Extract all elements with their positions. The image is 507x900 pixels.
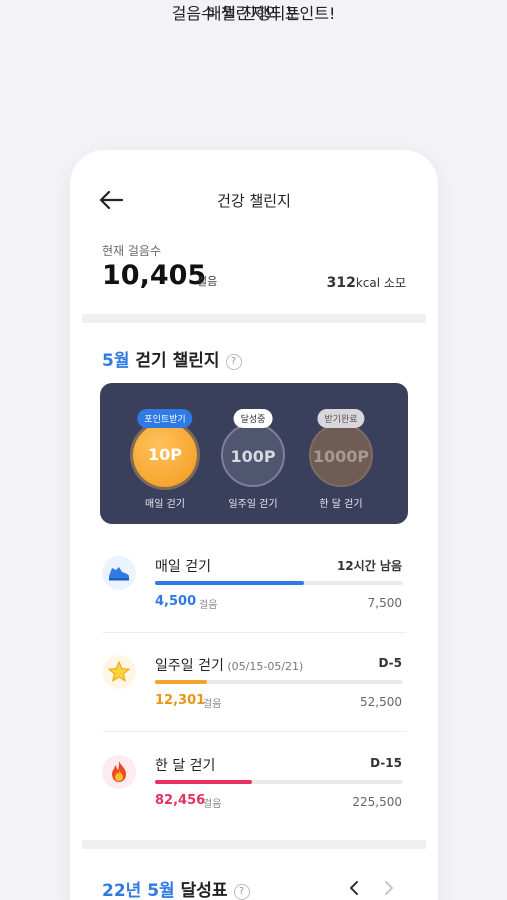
progress-track	[155, 780, 403, 784]
item-status: D-5	[378, 656, 402, 670]
reward-coin: 10P	[133, 423, 197, 487]
challenge-item-daily[interactable]: 매일 걷기 12시간 남음 4,500 걸음 7,500	[70, 548, 438, 638]
fire-icon	[112, 761, 126, 782]
progress-fill	[155, 581, 304, 585]
item-goal: 225,500	[352, 795, 402, 809]
current-steps-unit: 걸음	[197, 275, 218, 288]
challenge-month: 5월	[102, 351, 130, 371]
item-goal: 52,500	[360, 695, 402, 709]
challenge-title-text: 걷기 챌린지	[129, 351, 220, 371]
help-icon[interactable]: ?	[233, 884, 250, 900]
item-name: 매일 걷기	[155, 559, 211, 575]
item-current: 12,301	[155, 693, 206, 708]
kcal-unit: kcal 소모	[355, 276, 406, 290]
section-divider	[82, 314, 426, 323]
chevron-left-icon[interactable]	[346, 878, 362, 898]
reward-coin: 1000P	[309, 423, 373, 487]
reward-label: 매일 걷기	[145, 499, 185, 510]
page-title: 건강 챌린지	[217, 192, 291, 210]
current-steps-label: 현재 걸음수	[102, 244, 162, 258]
item-name: 한 달 걷기	[155, 758, 216, 774]
progress-fill	[155, 680, 208, 684]
item-divider	[102, 731, 406, 732]
item-current: 82,456	[155, 793, 206, 808]
section-divider	[82, 840, 426, 849]
item-current: 4,500	[155, 594, 197, 609]
chevron-right-icon[interactable]	[381, 878, 397, 898]
reward-badge: 받기완료	[317, 409, 365, 428]
item-divider	[102, 632, 406, 633]
reward-badge: 달성중	[233, 409, 273, 428]
item-unit: 걸음	[199, 600, 218, 611]
progress-fill	[155, 780, 252, 784]
challenge-item-monthly[interactable]: 한 달 걷기 D-15 82,456 걸음 225,500	[70, 747, 438, 837]
challenge-item-weekly[interactable]: 일주일 걷기 (05/15-05/21) D-5 12,301 걸음 52,50…	[70, 647, 438, 737]
challenge-section-title: 5월 걷기 챌린지?	[102, 346, 242, 371]
achievement-month: 22년 5월	[102, 881, 175, 900]
star-icon	[107, 660, 131, 682]
reward-label: 한 달 걷기	[319, 499, 363, 510]
item-status: D-15	[370, 756, 402, 770]
kcal-value: 312	[326, 275, 356, 291]
promo-line-2: 걸음수 챌린지와 포인트!	[171, 4, 336, 23]
achievement-section-title: 22년 5월 달성표?	[102, 876, 250, 900]
progress-track	[155, 581, 403, 585]
current-steps-value: 10,405	[102, 260, 207, 291]
kcal-readout: 312kcal 소모	[327, 274, 406, 291]
reward-coin: 100P	[221, 423, 285, 487]
item-goal: 7,500	[367, 596, 402, 610]
item-unit: 걸음	[203, 799, 222, 810]
challenge-rewards-card: 포인트받기 10P 매일 걷기 달성중 100P 일주일 걷기 받기완료 100…	[100, 383, 408, 524]
help-icon[interactable]: ?	[225, 354, 242, 370]
item-name: 일주일 걷기 (05/15-05/21)	[155, 658, 304, 674]
icon-circle	[102, 655, 136, 689]
progress-track	[155, 680, 403, 684]
top-bar: 건강 챌린지	[70, 180, 438, 220]
reward-badge: 포인트받기	[137, 409, 193, 428]
sneaker-icon	[109, 567, 129, 581]
item-unit: 걸음	[203, 699, 222, 710]
reward-label: 일주일 걷기	[228, 499, 278, 510]
achievement-title-text: 달성표	[174, 881, 228, 900]
item-status: 12시간 남음	[336, 559, 402, 573]
phone-screen: 건강 챌린지 현재 걸음수 10,405 걸음 312kcal 소모 5월 걷기…	[70, 150, 438, 900]
icon-circle	[102, 755, 136, 789]
icon-circle	[102, 556, 136, 590]
